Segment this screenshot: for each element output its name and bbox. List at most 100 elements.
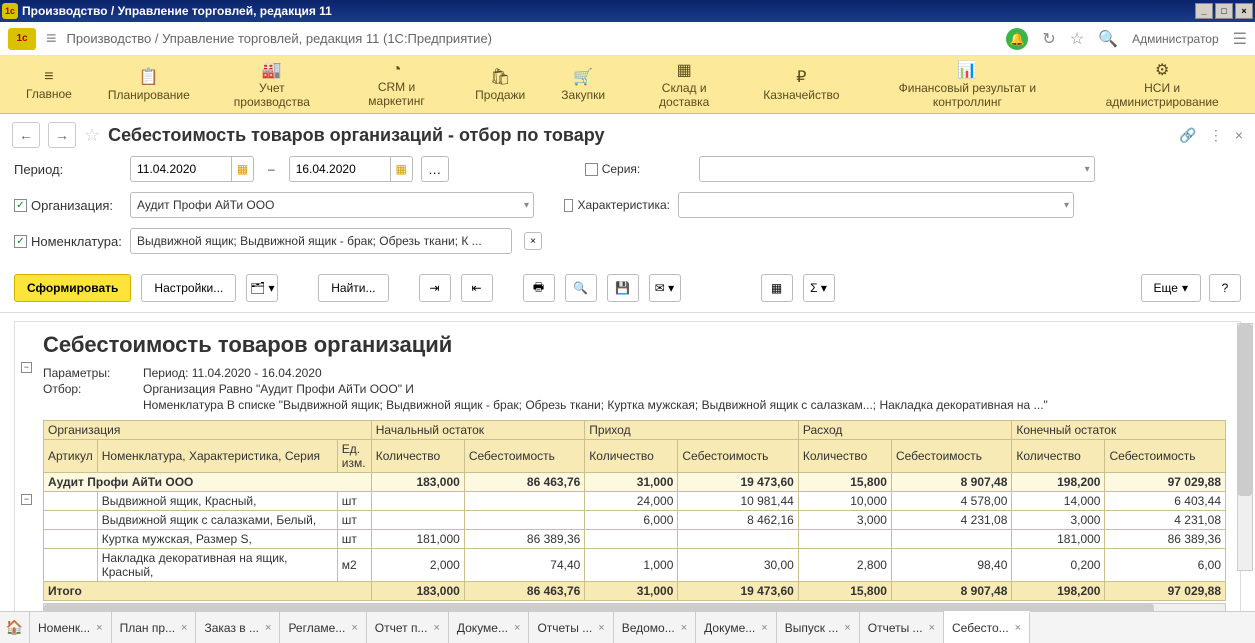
bottom-tab[interactable]: Выпуск ...×: [777, 612, 860, 643]
tab-close-icon[interactable]: ×: [433, 622, 439, 634]
preview-button[interactable]: 🔍: [565, 274, 597, 302]
bottom-tab[interactable]: Отчеты ...×: [529, 612, 613, 643]
search-icon[interactable]: 🔍: [1098, 29, 1118, 49]
tab-close-icon[interactable]: ×: [351, 622, 357, 634]
window-close-button[interactable]: ×: [1235, 3, 1253, 19]
nav-forward-button[interactable]: →: [48, 122, 76, 148]
mainmenu-item[interactable]: 🛒Закупки: [543, 56, 623, 114]
mainmenu-label: Казначейство: [763, 89, 839, 102]
vertical-scrollbar[interactable]: [1237, 323, 1253, 571]
tab-close-icon[interactable]: ×: [929, 622, 935, 634]
tab-close-icon[interactable]: ×: [181, 622, 187, 634]
date-from-input[interactable]: [130, 156, 232, 182]
date-to-input[interactable]: [289, 156, 391, 182]
bottom-tab[interactable]: Отчеты ...×: [860, 612, 944, 643]
cell-settings-button[interactable]: ▦: [761, 274, 793, 302]
report-title: Себестоимость товаров организаций: [43, 332, 1226, 358]
tab-close-icon[interactable]: ×: [598, 622, 604, 634]
bottom-tab[interactable]: План пр...×: [112, 612, 197, 643]
variants-button[interactable]: 🗂 ▾: [246, 274, 278, 302]
collapse-org-handle[interactable]: −: [21, 494, 32, 505]
notifications-bell-icon[interactable]: 🔔: [1006, 28, 1028, 50]
mainmenu-label: Финансовый результат и контроллинг: [875, 82, 1059, 108]
tab-close-icon[interactable]: ×: [96, 622, 102, 634]
find-button[interactable]: Найти...: [318, 274, 388, 302]
char-checkbox[interactable]: [564, 199, 573, 212]
history-icon[interactable]: ↻: [1042, 29, 1055, 49]
bottom-tab[interactable]: Заказ в ...×: [196, 612, 280, 643]
horizontal-scrollbar[interactable]: [43, 603, 1226, 611]
date-from-picker-button[interactable]: ▦: [232, 156, 254, 182]
th-nom: Номенклатура, Характеристика, Серия: [97, 440, 337, 473]
series-label: Серия:: [602, 162, 641, 176]
tab-close-icon[interactable]: ×: [844, 622, 850, 634]
window-title: Производство / Управление торговлей, ред…: [22, 4, 332, 18]
bottom-tab[interactable]: Номенк...×: [30, 612, 112, 643]
bottom-tab[interactable]: Себесто...×: [944, 611, 1030, 643]
nav-back-button[interactable]: ←: [12, 122, 40, 148]
tab-close-icon[interactable]: ×: [681, 622, 687, 634]
sum-button[interactable]: Σ ▾: [803, 274, 835, 302]
tab-close-icon[interactable]: ×: [761, 622, 767, 634]
org-checkbox[interactable]: ✓: [14, 199, 27, 212]
mainmenu-item[interactable]: ≡Главное: [8, 56, 90, 114]
app-settings-icon[interactable]: ☰: [1233, 29, 1247, 49]
table-row[interactable]: Выдвижной ящик с салазками, Белый,шт6,00…: [44, 511, 1226, 530]
mainmenu-item[interactable]: 🏭Учет производства: [208, 56, 336, 114]
th-unit: Ед. изм.: [337, 440, 371, 473]
home-tab[interactable]: 🏠: [0, 612, 30, 643]
nom-clear-button[interactable]: ×: [524, 232, 542, 250]
tab-close-icon[interactable]: ×: [514, 622, 520, 634]
expand-button[interactable]: ⇥: [419, 274, 451, 302]
collapse-button[interactable]: ⇤: [461, 274, 493, 302]
char-select[interactable]: ▾: [678, 192, 1074, 218]
window-minimize-button[interactable]: _: [1195, 3, 1213, 19]
bottom-tab[interactable]: Докуме...×: [696, 612, 777, 643]
help-button[interactable]: ?: [1209, 274, 1241, 302]
mainmenu-item[interactable]: ⚙НСИ и администрирование: [1077, 56, 1247, 114]
more-vertical-icon[interactable]: ⋮: [1209, 127, 1223, 144]
window-titlebar: 1c Производство / Управление торговлей, …: [0, 0, 1255, 22]
print-button[interactable]: 🖶: [523, 274, 555, 302]
date-to-picker-button[interactable]: ▦: [391, 156, 413, 182]
email-button[interactable]: ✉ ▾: [649, 274, 681, 302]
mainmenu-icon: 📊: [957, 60, 977, 80]
form-button[interactable]: Сформировать: [14, 274, 131, 302]
settings-button[interactable]: Настройки...: [141, 274, 236, 302]
bottom-tab[interactable]: Регламе...×: [280, 612, 366, 643]
char-label: Характеристика:: [577, 198, 670, 212]
table-row[interactable]: Куртка мужская, Размер S,шт181,00086 389…: [44, 530, 1226, 549]
save-button[interactable]: 💾: [607, 274, 639, 302]
window-maximize-button[interactable]: □: [1215, 3, 1233, 19]
mainmenu-item[interactable]: 🛍Продажи: [457, 56, 543, 114]
mainmenu-item[interactable]: ◔CRM и маркетинг: [336, 56, 457, 114]
more-button[interactable]: Еще ▾: [1141, 274, 1201, 302]
logo-1c[interactable]: 1c: [8, 28, 36, 50]
series-checkbox[interactable]: [585, 163, 598, 176]
user-label[interactable]: Администратор: [1132, 32, 1219, 46]
favorite-star-icon[interactable]: ☆: [1070, 29, 1084, 49]
table-org-row[interactable]: Аудит Профи АйТи ООО183,00086 463,7631,0…: [44, 473, 1226, 492]
page-favorite-star-icon[interactable]: ☆: [84, 125, 100, 146]
series-select[interactable]: ▾: [699, 156, 1095, 182]
page-close-button[interactable]: ×: [1235, 127, 1243, 143]
mainmenu-icon: 🛍: [490, 67, 510, 87]
bottom-tab[interactable]: Отчет п...×: [367, 612, 449, 643]
nom-checkbox[interactable]: ✓: [14, 235, 27, 248]
tab-close-icon[interactable]: ×: [265, 622, 271, 634]
nom-select[interactable]: Выдвижной ящик; Выдвижной ящик - брак; О…: [130, 228, 512, 254]
mainmenu-item[interactable]: 📋Планирование: [90, 56, 208, 114]
mainmenu-item[interactable]: ▦Склад и доставка: [623, 56, 745, 114]
tab-close-icon[interactable]: ×: [1015, 622, 1021, 634]
menu-hamburger-icon[interactable]: ≡: [46, 28, 57, 49]
link-icon[interactable]: 🔗: [1179, 127, 1196, 144]
bottom-tab[interactable]: Ведомо...×: [614, 612, 696, 643]
collapse-all-handle[interactable]: −: [21, 362, 32, 373]
bottom-tab[interactable]: Докуме...×: [449, 612, 530, 643]
period-more-button[interactable]: …: [421, 156, 449, 182]
mainmenu-item[interactable]: ₽Казначейство: [745, 56, 857, 114]
mainmenu-item[interactable]: 📊Финансовый результат и контроллинг: [857, 56, 1077, 114]
table-row[interactable]: Накладка декоративная на ящик, Красный,м…: [44, 549, 1226, 582]
org-select[interactable]: Аудит Профи АйТи ООО▾: [130, 192, 534, 218]
table-row[interactable]: Выдвижной ящик, Красный,шт24,00010 981,4…: [44, 492, 1226, 511]
